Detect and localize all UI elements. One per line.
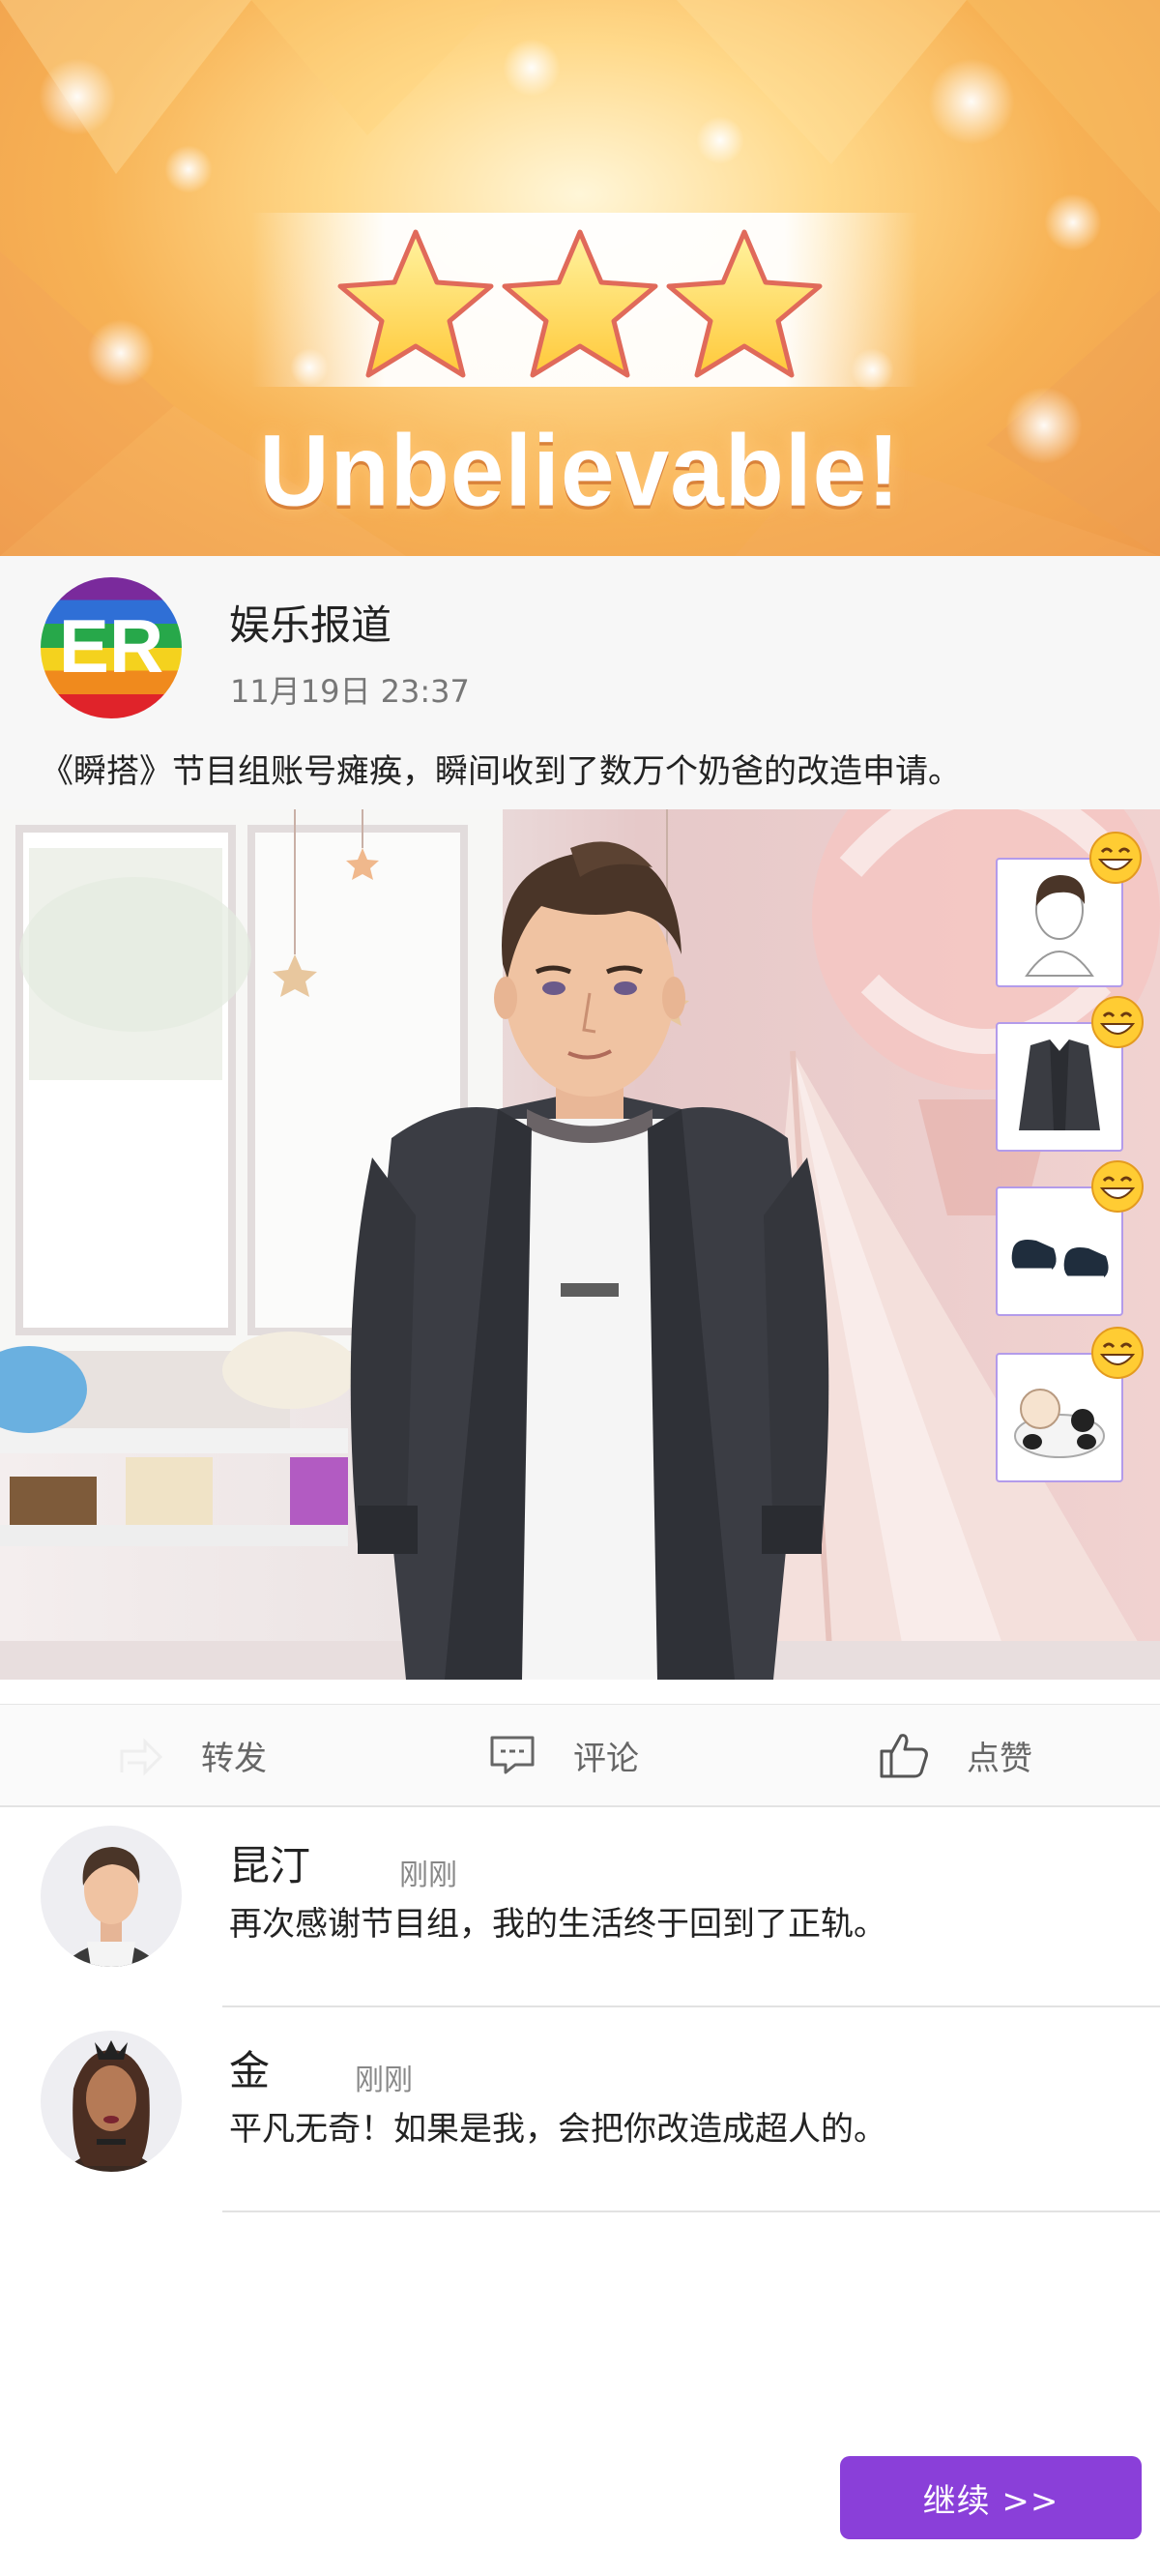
post-action-bar: 转发 评论 点赞 xyxy=(0,1704,1160,1807)
result-banner: Unbelievable! xyxy=(0,0,1160,556)
result-headline: Unbelievable! xyxy=(259,414,901,528)
like-button[interactable]: 点赞 xyxy=(878,1705,1032,1805)
female-avatar-icon xyxy=(62,2040,160,2172)
comment-item: 昆汀 刚刚 再次感谢节目组，我的生活终于回到了正轨。 xyxy=(0,1804,1160,2007)
divider xyxy=(222,2005,1160,2007)
male-avatar-icon xyxy=(60,1847,162,1967)
star-icon xyxy=(666,229,823,378)
rating-stars xyxy=(337,229,823,378)
post-author: 娱乐报道 xyxy=(229,601,392,649)
grin-emoji-icon xyxy=(1090,1159,1145,1214)
commenter-name: 昆汀 xyxy=(229,1842,311,1889)
share-icon xyxy=(120,1738,163,1776)
like-label: 点赞 xyxy=(967,1739,1032,1778)
character-dad xyxy=(350,841,829,1680)
star-icon xyxy=(337,229,494,378)
comment-text: 再次感谢节目组，我的生活终于回到了正轨。 xyxy=(229,1905,886,1944)
comment-button[interactable]: 评论 xyxy=(488,1705,639,1805)
comment-item: 金 刚刚 平凡无奇！如果是我，会把你改造成超人的。 xyxy=(0,2009,1160,2212)
grin-emoji-icon xyxy=(1088,831,1143,885)
post-timestamp: 11月19日 23:37 xyxy=(230,673,470,710)
thumbs-up-icon xyxy=(880,1734,928,1778)
outfit-scene xyxy=(0,809,1160,1680)
commenter-name: 金 xyxy=(229,2047,271,2094)
post-header: ER 娱乐报道 11月19日 23:37 《瞬搭》节目组账号瘫痪，瞬间收到了数万… xyxy=(0,556,1160,809)
star-icon xyxy=(502,229,658,378)
grin-emoji-icon xyxy=(1090,1326,1145,1380)
author-avatar[interactable]: ER xyxy=(41,577,182,718)
comment-label: 评论 xyxy=(573,1739,639,1778)
comment-icon xyxy=(490,1736,535,1774)
divider xyxy=(222,2210,1160,2212)
share-button[interactable]: 转发 xyxy=(116,1705,267,1805)
share-label: 转发 xyxy=(201,1739,267,1778)
comment-text: 平凡无奇！如果是我，会把你改造成超人的。 xyxy=(229,2110,886,2149)
comment-time: 刚刚 xyxy=(399,1859,457,1892)
avatar-logo-text: ER xyxy=(58,603,164,688)
commenter-avatar[interactable] xyxy=(41,1826,182,1967)
post-text: 《瞬搭》节目组账号瘫痪，瞬间收到了数万个奶爸的改造申请。 xyxy=(41,752,961,791)
grin-emoji-icon xyxy=(1090,995,1145,1049)
commenter-avatar[interactable] xyxy=(41,2031,182,2172)
continue-button[interactable]: 继续 >> xyxy=(840,2456,1142,2539)
comment-time: 刚刚 xyxy=(355,2064,413,2097)
